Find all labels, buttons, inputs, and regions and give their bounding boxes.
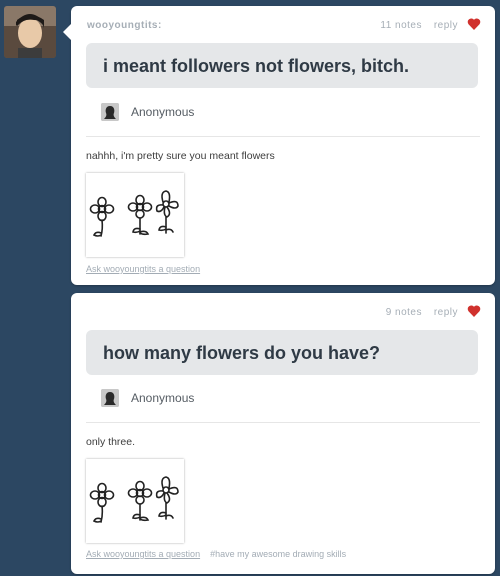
reply-link[interactable]: reply [434, 20, 458, 31]
reply-link[interactable]: reply [434, 307, 458, 318]
flower-doodle-3 [155, 190, 179, 234]
answer-text: only three. [86, 436, 136, 448]
ask-post: wooyoungtits: 11 notes reply i meant fol… [63, 6, 495, 285]
post-tag[interactable]: #have my awesome drawing skills [210, 549, 346, 559]
ask-link[interactable]: Ask wooyoungtits a question [86, 264, 200, 274]
post-footer: Ask wooyoungtits a question [86, 264, 200, 274]
flowers-drawing[interactable] [86, 459, 184, 543]
asker-name[interactable]: Anonymous [131, 105, 194, 119]
heart-icon[interactable] [467, 17, 481, 31]
post-footer: Ask wooyoungtits a question #have my awe… [86, 549, 346, 559]
flower-doodle-2 [127, 194, 153, 236]
question-bubble: how many flowers do you have? [86, 330, 478, 375]
notes-count[interactable]: 9 notes [386, 307, 422, 318]
asker: Anonymous [101, 389, 194, 407]
anonymous-avatar[interactable] [101, 103, 119, 121]
flower-doodle-2 [127, 480, 153, 522]
blog-avatar[interactable] [4, 6, 56, 58]
divider [86, 136, 480, 137]
divider [86, 422, 480, 423]
anonymous-avatar[interactable] [101, 389, 119, 407]
heart-icon[interactable] [467, 304, 481, 318]
flower-doodle-3 [155, 476, 179, 520]
flower-doodle-1 [89, 482, 115, 523]
flowers-drawing[interactable] [86, 173, 184, 257]
ask-link[interactable]: Ask wooyoungtits a question [86, 549, 200, 559]
answer-text: nahhh, i'm pretty sure you meant flowers [86, 150, 275, 162]
flower-doodle-1 [89, 196, 115, 237]
post-username[interactable]: wooyoungtits: [87, 20, 162, 31]
question-bubble: i meant followers not flowers, bitch. [86, 43, 478, 88]
asker-name[interactable]: Anonymous [131, 391, 194, 405]
notes-count[interactable]: 11 notes [380, 20, 422, 31]
asker: Anonymous [101, 103, 194, 121]
ask-post: 9 notes reply how many flowers do you ha… [71, 293, 495, 574]
